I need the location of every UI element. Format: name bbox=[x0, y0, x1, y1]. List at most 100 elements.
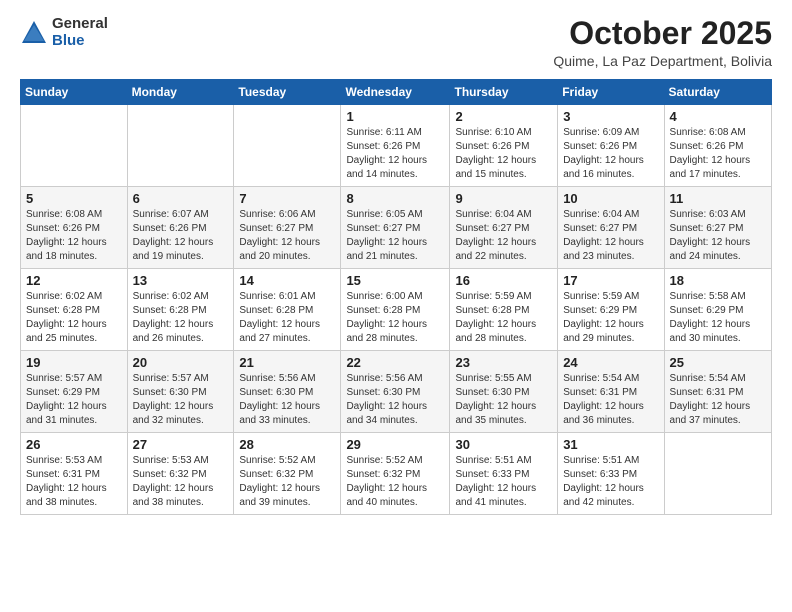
calendar-cell: 23 Sunrise: 5:55 AM Sunset: 6:30 PM Dayli… bbox=[450, 351, 558, 433]
day-number: 29 bbox=[346, 437, 444, 452]
calendar-header-sunday: Sunday bbox=[21, 80, 128, 105]
calendar-cell: 30 Sunrise: 5:51 AM Sunset: 6:33 PM Dayli… bbox=[450, 433, 558, 515]
calendar-cell: 22Sunrise: 5:56 AM Sunset: 6:30 PM Dayli… bbox=[341, 351, 450, 433]
calendar-cell: 15 Sunrise: 6:00 AM Sunset: 6:28 PM Dayli… bbox=[341, 269, 450, 351]
day-info: Sunrise: 5:56 AM Sunset: 6:30 PM Dayligh… bbox=[239, 372, 335, 428]
logo-icon bbox=[20, 19, 48, 47]
calendar-cell: 20Sunrise: 5:57 AM Sunset: 6:30 PM Dayli… bbox=[127, 351, 234, 433]
month-title: October 2025 bbox=[553, 16, 772, 51]
day-info: Sunrise: 6:08 AM Sunset: 6:26 PM Dayligh… bbox=[670, 126, 766, 182]
day-number: 14 bbox=[239, 273, 335, 288]
calendar-cell: 8 Sunrise: 6:05 AM Sunset: 6:27 PM Daylig… bbox=[341, 187, 450, 269]
day-number: 1 bbox=[346, 109, 444, 124]
day-number: 28 bbox=[239, 437, 335, 452]
calendar-cell: 1Sunrise: 6:11 AM Sunset: 6:26 PM Daylig… bbox=[341, 105, 450, 187]
day-number: 21 bbox=[239, 355, 335, 370]
calendar-cell bbox=[234, 105, 341, 187]
day-info: Sunrise: 6:00 AM Sunset: 6:28 PM Dayligh… bbox=[346, 290, 444, 346]
day-number: 3 bbox=[563, 109, 658, 124]
calendar-cell: 7 Sunrise: 6:06 AM Sunset: 6:27 PM Daylig… bbox=[234, 187, 341, 269]
calendar-week-row: 26 Sunrise: 5:53 AM Sunset: 6:31 PM Dayli… bbox=[21, 433, 772, 515]
calendar-cell: 18 Sunrise: 5:58 AM Sunset: 6:29 PM Dayli… bbox=[664, 269, 771, 351]
day-info: Sunrise: 6:06 AM Sunset: 6:27 PM Dayligh… bbox=[239, 208, 335, 264]
day-info: Sunrise: 5:52 AM Sunset: 6:32 PM Dayligh… bbox=[346, 454, 444, 510]
calendar-header-saturday: Saturday bbox=[664, 80, 771, 105]
calendar-cell: 21 Sunrise: 5:56 AM Sunset: 6:30 PM Dayli… bbox=[234, 351, 341, 433]
page: General Blue October 2025 Quime, La Paz … bbox=[0, 0, 792, 612]
calendar-cell bbox=[664, 433, 771, 515]
day-info: Sunrise: 5:58 AM Sunset: 6:29 PM Dayligh… bbox=[670, 290, 766, 346]
day-number: 5 bbox=[26, 191, 122, 206]
day-info: Sunrise: 5:54 AM Sunset: 6:31 PM Dayligh… bbox=[563, 372, 658, 428]
day-info: Sunrise: 5:52 AM Sunset: 6:32 PM Dayligh… bbox=[239, 454, 335, 510]
day-number: 7 bbox=[239, 191, 335, 206]
day-number: 23 bbox=[455, 355, 552, 370]
day-info: Sunrise: 6:02 AM Sunset: 6:28 PM Dayligh… bbox=[26, 290, 122, 346]
day-number: 10 bbox=[563, 191, 658, 206]
day-info: Sunrise: 5:51 AM Sunset: 6:33 PM Dayligh… bbox=[563, 454, 658, 510]
calendar-header-friday: Friday bbox=[558, 80, 664, 105]
day-info: Sunrise: 6:08 AM Sunset: 6:26 PM Dayligh… bbox=[26, 208, 122, 264]
day-info: Sunrise: 6:05 AM Sunset: 6:27 PM Dayligh… bbox=[346, 208, 444, 264]
calendar-cell: 11Sunrise: 6:03 AM Sunset: 6:27 PM Dayli… bbox=[664, 187, 771, 269]
calendar-cell: 4 Sunrise: 6:08 AM Sunset: 6:26 PM Daylig… bbox=[664, 105, 771, 187]
logo-blue-text: Blue bbox=[52, 33, 108, 50]
day-number: 4 bbox=[670, 109, 766, 124]
calendar-week-row: 5 Sunrise: 6:08 AM Sunset: 6:26 PM Daylig… bbox=[21, 187, 772, 269]
calendar-cell: 26 Sunrise: 5:53 AM Sunset: 6:31 PM Dayli… bbox=[21, 433, 128, 515]
day-info: Sunrise: 6:04 AM Sunset: 6:27 PM Dayligh… bbox=[455, 208, 552, 264]
calendar-cell: 16Sunrise: 5:59 AM Sunset: 6:28 PM Dayli… bbox=[450, 269, 558, 351]
calendar-cell: 3 Sunrise: 6:09 AM Sunset: 6:26 PM Daylig… bbox=[558, 105, 664, 187]
logo: General Blue bbox=[20, 16, 108, 49]
day-number: 11 bbox=[670, 191, 766, 206]
day-number: 13 bbox=[133, 273, 229, 288]
calendar-week-row: 1Sunrise: 6:11 AM Sunset: 6:26 PM Daylig… bbox=[21, 105, 772, 187]
calendar-cell: 28 Sunrise: 5:52 AM Sunset: 6:32 PM Dayli… bbox=[234, 433, 341, 515]
day-number: 19 bbox=[26, 355, 122, 370]
day-info: Sunrise: 6:09 AM Sunset: 6:26 PM Dayligh… bbox=[563, 126, 658, 182]
calendar-cell: 17 Sunrise: 5:59 AM Sunset: 6:29 PM Dayli… bbox=[558, 269, 664, 351]
calendar-cell: 5 Sunrise: 6:08 AM Sunset: 6:26 PM Daylig… bbox=[21, 187, 128, 269]
day-info: Sunrise: 5:53 AM Sunset: 6:31 PM Dayligh… bbox=[26, 454, 122, 510]
day-number: 17 bbox=[563, 273, 658, 288]
day-number: 6 bbox=[133, 191, 229, 206]
day-number: 12 bbox=[26, 273, 122, 288]
day-number: 27 bbox=[133, 437, 229, 452]
calendar-cell: 12 Sunrise: 6:02 AM Sunset: 6:28 PM Dayli… bbox=[21, 269, 128, 351]
calendar-table: SundayMondayTuesdayWednesdayThursdayFrid… bbox=[20, 79, 772, 515]
day-info: Sunrise: 5:53 AM Sunset: 6:32 PM Dayligh… bbox=[133, 454, 229, 510]
calendar-week-row: 19Sunrise: 5:57 AM Sunset: 6:29 PM Dayli… bbox=[21, 351, 772, 433]
day-info: Sunrise: 5:54 AM Sunset: 6:31 PM Dayligh… bbox=[670, 372, 766, 428]
calendar-cell bbox=[127, 105, 234, 187]
calendar-cell: 19Sunrise: 5:57 AM Sunset: 6:29 PM Dayli… bbox=[21, 351, 128, 433]
calendar-cell: 25Sunrise: 5:54 AM Sunset: 6:31 PM Dayli… bbox=[664, 351, 771, 433]
day-info: Sunrise: 5:51 AM Sunset: 6:33 PM Dayligh… bbox=[455, 454, 552, 510]
day-info: Sunrise: 6:10 AM Sunset: 6:26 PM Dayligh… bbox=[455, 126, 552, 182]
calendar-cell: 13 Sunrise: 6:02 AM Sunset: 6:28 PM Dayli… bbox=[127, 269, 234, 351]
day-number: 31 bbox=[563, 437, 658, 452]
day-info: Sunrise: 5:55 AM Sunset: 6:30 PM Dayligh… bbox=[455, 372, 552, 428]
calendar-cell: 31 Sunrise: 5:51 AM Sunset: 6:33 PM Dayli… bbox=[558, 433, 664, 515]
day-number: 18 bbox=[670, 273, 766, 288]
day-info: Sunrise: 6:07 AM Sunset: 6:26 PM Dayligh… bbox=[133, 208, 229, 264]
day-info: Sunrise: 6:01 AM Sunset: 6:28 PM Dayligh… bbox=[239, 290, 335, 346]
day-number: 26 bbox=[26, 437, 122, 452]
day-number: 2 bbox=[455, 109, 552, 124]
calendar-header-monday: Monday bbox=[127, 80, 234, 105]
location: Quime, La Paz Department, Bolivia bbox=[553, 53, 772, 69]
calendar-cell: 2 Sunrise: 6:10 AM Sunset: 6:26 PM Daylig… bbox=[450, 105, 558, 187]
day-info: Sunrise: 5:59 AM Sunset: 6:29 PM Dayligh… bbox=[563, 290, 658, 346]
header: General Blue October 2025 Quime, La Paz … bbox=[20, 16, 772, 69]
calendar-week-row: 12 Sunrise: 6:02 AM Sunset: 6:28 PM Dayli… bbox=[21, 269, 772, 351]
day-info: Sunrise: 6:02 AM Sunset: 6:28 PM Dayligh… bbox=[133, 290, 229, 346]
logo-text: General Blue bbox=[52, 16, 108, 49]
calendar-header-tuesday: Tuesday bbox=[234, 80, 341, 105]
day-number: 30 bbox=[455, 437, 552, 452]
day-info: Sunrise: 5:59 AM Sunset: 6:28 PM Dayligh… bbox=[455, 290, 552, 346]
calendar-cell: 10Sunrise: 6:04 AM Sunset: 6:27 PM Dayli… bbox=[558, 187, 664, 269]
day-number: 15 bbox=[346, 273, 444, 288]
day-number: 22 bbox=[346, 355, 444, 370]
day-number: 24 bbox=[563, 355, 658, 370]
day-number: 8 bbox=[346, 191, 444, 206]
logo-general-text: General bbox=[52, 16, 108, 33]
